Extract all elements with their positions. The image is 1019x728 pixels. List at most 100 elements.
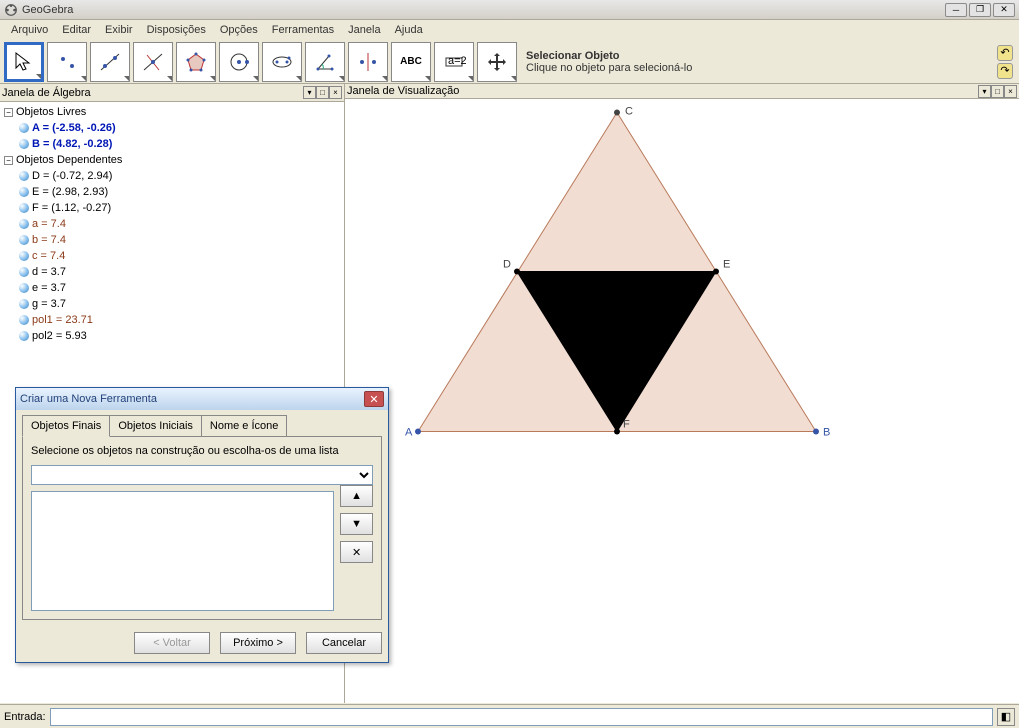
svg-text:A: A [405, 427, 413, 439]
object-dot-icon [19, 123, 29, 133]
object-dot-icon [19, 315, 29, 325]
object-dot-icon [19, 187, 29, 197]
tree-item[interactable]: pol2 = 5.93 [4, 328, 340, 344]
object-dot-icon [19, 139, 29, 149]
graphics-detach-button[interactable]: □ [991, 85, 1004, 98]
graphics-panel-title: Janela de Visualização [347, 85, 978, 97]
tree-group[interactable]: −Objetos Dependentes [4, 152, 340, 168]
input-help-button[interactable]: ◧ [997, 708, 1015, 726]
input-field[interactable] [50, 708, 993, 726]
tool-slider[interactable]: a=2 [434, 42, 474, 82]
graphics-menu-button[interactable]: ▾ [978, 85, 991, 98]
dialog-close-button[interactable]: ✕ [364, 391, 384, 407]
graphics-view[interactable]: A B C D E F [345, 99, 1019, 703]
cancel-button[interactable]: Cancelar [306, 632, 382, 654]
tree-item[interactable]: pol1 = 23.71 [4, 312, 340, 328]
menu-editar[interactable]: Editar [55, 22, 98, 38]
tree-toggle[interactable]: − [4, 108, 13, 117]
menu-arquivo[interactable]: Arquivo [4, 22, 55, 38]
tree-item-label: pol2 = 5.93 [32, 330, 87, 342]
undo-button[interactable]: ↶ [997, 45, 1013, 61]
tool-circle[interactable] [219, 42, 259, 82]
algebra-panel-title: Janela de Álgebra [2, 87, 303, 99]
object-dot-icon [19, 219, 29, 229]
object-dot-icon [19, 171, 29, 181]
menu-exibir[interactable]: Exibir [98, 22, 140, 38]
create-tool-dialog: Criar uma Nova Ferramenta ✕ Objetos Fina… [15, 387, 389, 663]
tree-item-label: F = (1.12, -0.27) [32, 202, 111, 214]
tool-perpendicular[interactable] [133, 42, 173, 82]
tree-item-label: E = (2.98, 2.93) [32, 186, 108, 198]
object-dot-icon [19, 299, 29, 309]
tool-line[interactable] [90, 42, 130, 82]
object-dot-icon [19, 251, 29, 261]
object-select[interactable] [31, 465, 373, 485]
svg-text:E: E [723, 259, 730, 271]
move-up-button[interactable]: ▲ [340, 485, 373, 507]
tree-item[interactable]: c = 7.4 [4, 248, 340, 264]
toolbar: ABC a=2 Selecionar Objeto Clique no obje… [0, 40, 1019, 84]
tool-hint: Selecionar Objeto Clique no objeto para … [520, 42, 994, 82]
menu-ferramentas[interactable]: Ferramentas [265, 22, 341, 38]
tree-item-label: B = (4.82, -0.28) [32, 138, 112, 150]
back-button[interactable]: < Voltar [134, 632, 210, 654]
tool-ellipse[interactable] [262, 42, 302, 82]
tree-item[interactable]: d = 3.7 [4, 264, 340, 280]
maximize-button[interactable]: ❐ [969, 3, 991, 17]
tool-point[interactable] [47, 42, 87, 82]
menu-disposicoes[interactable]: Disposições [140, 22, 213, 38]
tree-item[interactable]: e = 3.7 [4, 280, 340, 296]
tree-toggle[interactable]: − [4, 156, 13, 165]
svg-text:F: F [623, 419, 630, 431]
titlebar: GeoGebra ─ ❐ ✕ [0, 0, 1019, 20]
remove-button[interactable]: ✕ [340, 541, 373, 563]
close-button[interactable]: ✕ [993, 3, 1015, 17]
redo-button[interactable]: ↷ [997, 63, 1013, 79]
panel-menu-button[interactable]: ▾ [303, 86, 316, 99]
next-button[interactable]: Próximo > [220, 632, 296, 654]
tool-reflect[interactable] [348, 42, 388, 82]
tree-group-label: Objetos Livres [16, 106, 86, 118]
tree-item-label: pol1 = 23.71 [32, 314, 93, 326]
dialog-title: Criar uma Nova Ferramenta [20, 393, 364, 405]
tree-item[interactable]: D = (-0.72, 2.94) [4, 168, 340, 184]
menubar: Arquivo Editar Exibir Disposições Opções… [0, 20, 1019, 40]
object-list[interactable] [31, 491, 334, 611]
tool-angle[interactable] [305, 42, 345, 82]
tool-move[interactable] [4, 42, 44, 82]
tree-item[interactable]: F = (1.12, -0.27) [4, 200, 340, 216]
tree-item[interactable]: B = (4.82, -0.28) [4, 136, 340, 152]
tool-polygon[interactable] [176, 42, 216, 82]
tab-name-icon[interactable]: Nome e Ícone [201, 415, 287, 437]
menu-janela[interactable]: Janela [341, 22, 387, 38]
tool-hint-desc: Clique no objeto para selecioná-lo [526, 62, 988, 74]
menu-opcoes[interactable]: Opções [213, 22, 265, 38]
tree-item-label: g = 3.7 [32, 298, 66, 310]
move-down-button[interactable]: ▼ [340, 513, 373, 535]
panel-close-button[interactable]: × [329, 86, 342, 99]
tree-item[interactable]: g = 3.7 [4, 296, 340, 312]
tree-item-label: d = 3.7 [32, 266, 66, 278]
tree-item-label: c = 7.4 [32, 250, 65, 262]
svg-text:D: D [503, 259, 511, 271]
object-dot-icon [19, 267, 29, 277]
object-dot-icon [19, 283, 29, 293]
algebra-tree[interactable]: −Objetos LivresA = (-2.58, -0.26)B = (4.… [0, 102, 344, 346]
input-label: Entrada: [4, 711, 46, 723]
tab-input-objects[interactable]: Objetos Iniciais [109, 415, 202, 437]
tree-group[interactable]: −Objetos Livres [4, 104, 340, 120]
menu-ajuda[interactable]: Ajuda [388, 22, 430, 38]
object-dot-icon [19, 203, 29, 213]
tree-item[interactable]: a = 7.4 [4, 216, 340, 232]
graphics-close-button[interactable]: × [1004, 85, 1017, 98]
tool-text[interactable]: ABC [391, 42, 431, 82]
tree-item[interactable]: b = 7.4 [4, 232, 340, 248]
tree-item[interactable]: E = (2.98, 2.93) [4, 184, 340, 200]
tree-item-label: D = (-0.72, 2.94) [32, 170, 112, 182]
tree-item-label: b = 7.4 [32, 234, 66, 246]
minimize-button[interactable]: ─ [945, 3, 967, 17]
panel-detach-button[interactable]: □ [316, 86, 329, 99]
tab-output-objects[interactable]: Objetos Finais [22, 415, 110, 437]
tool-move-view[interactable] [477, 42, 517, 82]
tree-item[interactable]: A = (-2.58, -0.26) [4, 120, 340, 136]
